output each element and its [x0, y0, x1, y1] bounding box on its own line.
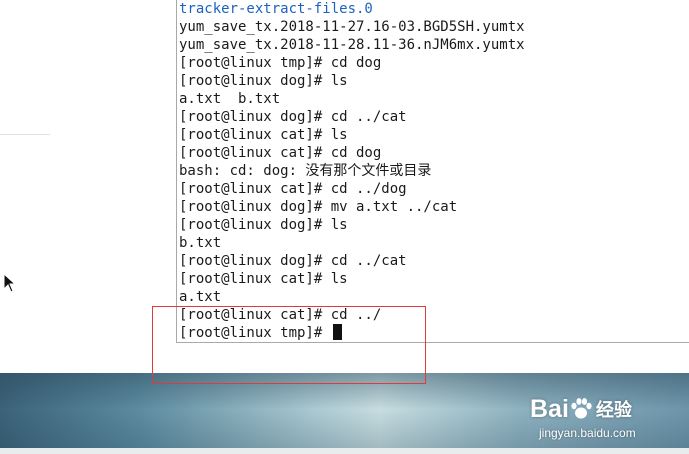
terminal-line: [root@linux dog]# cd ../cat	[179, 252, 689, 270]
terminal-line-text: [root@linux cat]# ls	[179, 127, 348, 143]
terminal-line-text: [root@linux cat]# cd dog	[179, 145, 382, 161]
terminal-line-text: bash: cd: dog: 没有那个文件或目录	[179, 163, 432, 179]
terminal-line-text: [root@linux cat]# ls	[179, 271, 348, 287]
terminal-output: tracker-extract-files.0 yum_save_tx.2018-…	[177, 0, 689, 342]
terminal-line: [root@linux cat]# cd ../dog	[179, 180, 689, 198]
terminal-line: [root@linux tmp]# cd dog	[179, 54, 689, 72]
terminal-line-text: yum_save_tx.2018-11-27.16-03.BGD5SH.yumt…	[179, 19, 525, 35]
terminal-line-text: [root@linux dog]# cd ../cat	[179, 109, 407, 125]
terminal-line: a.txt	[179, 288, 689, 306]
terminal-line: b.txt	[179, 234, 689, 252]
terminal-line-text: [root@linux dog]# ls	[179, 73, 348, 89]
terminal-line: a.txt b.txt	[179, 90, 689, 108]
left-side-panel	[0, 0, 51, 373]
terminal-line-text: [root@linux tmp]# cd dog	[179, 55, 382, 71]
panel-divider	[0, 134, 50, 135]
baidu-paw-icon	[571, 398, 592, 419]
terminal-line: bash: cd: dog: 没有那个文件或目录	[179, 162, 689, 180]
terminal-line: [root@linux cat]# cd dog	[179, 144, 689, 162]
terminal-line-text: [root@linux cat]# cd ../dog	[179, 181, 407, 197]
terminal-line-text: b.txt	[179, 235, 222, 251]
terminal-line: tracker-extract-files.0	[179, 0, 689, 18]
terminal-line: [root@linux dog]# ls	[179, 72, 689, 90]
watermark-brand-left: Bai	[530, 394, 569, 423]
terminal-line: yum_save_tx.2018-11-28.11-36.nJM6mx.yumt…	[179, 36, 689, 54]
arrow-cursor-icon	[3, 273, 17, 293]
terminal-line: [root@linux dog]# ls	[179, 216, 689, 234]
terminal-line: [root@linux cat]# ls	[179, 270, 689, 288]
terminal-line: [root@linux dog]# mv a.txt ../cat	[179, 198, 689, 216]
terminal-window[interactable]: tracker-extract-files.0 yum_save_tx.2018-…	[176, 0, 689, 343]
baidu-jingyan-watermark: Bai 经验	[530, 392, 632, 426]
terminal-line-text: a.txt	[179, 289, 222, 305]
terminal-line-text: [root@linux dog]# cd ../cat	[179, 253, 407, 269]
highlight-annotation-box	[152, 306, 426, 384]
terminal-line-text: tracker-extract-files.0	[179, 1, 373, 17]
watermark-url: jingyan.baidu.com	[539, 426, 636, 440]
terminal-line-text: yum_save_tx.2018-11-28.11-36.nJM6mx.yumt…	[179, 37, 525, 53]
terminal-line: [root@linux cat]# ls	[179, 126, 689, 144]
bottom-strip	[0, 448, 689, 454]
terminal-line-text: [root@linux dog]# mv a.txt ../cat	[179, 199, 458, 215]
terminal-line-text: [root@linux dog]# ls	[179, 217, 348, 233]
terminal-line: [root@linux dog]# cd ../cat	[179, 108, 689, 126]
terminal-line: yum_save_tx.2018-11-27.16-03.BGD5SH.yumt…	[179, 18, 689, 36]
terminal-line-text: a.txt b.txt	[179, 91, 281, 107]
watermark-brand-right: 经验	[595, 400, 632, 421]
